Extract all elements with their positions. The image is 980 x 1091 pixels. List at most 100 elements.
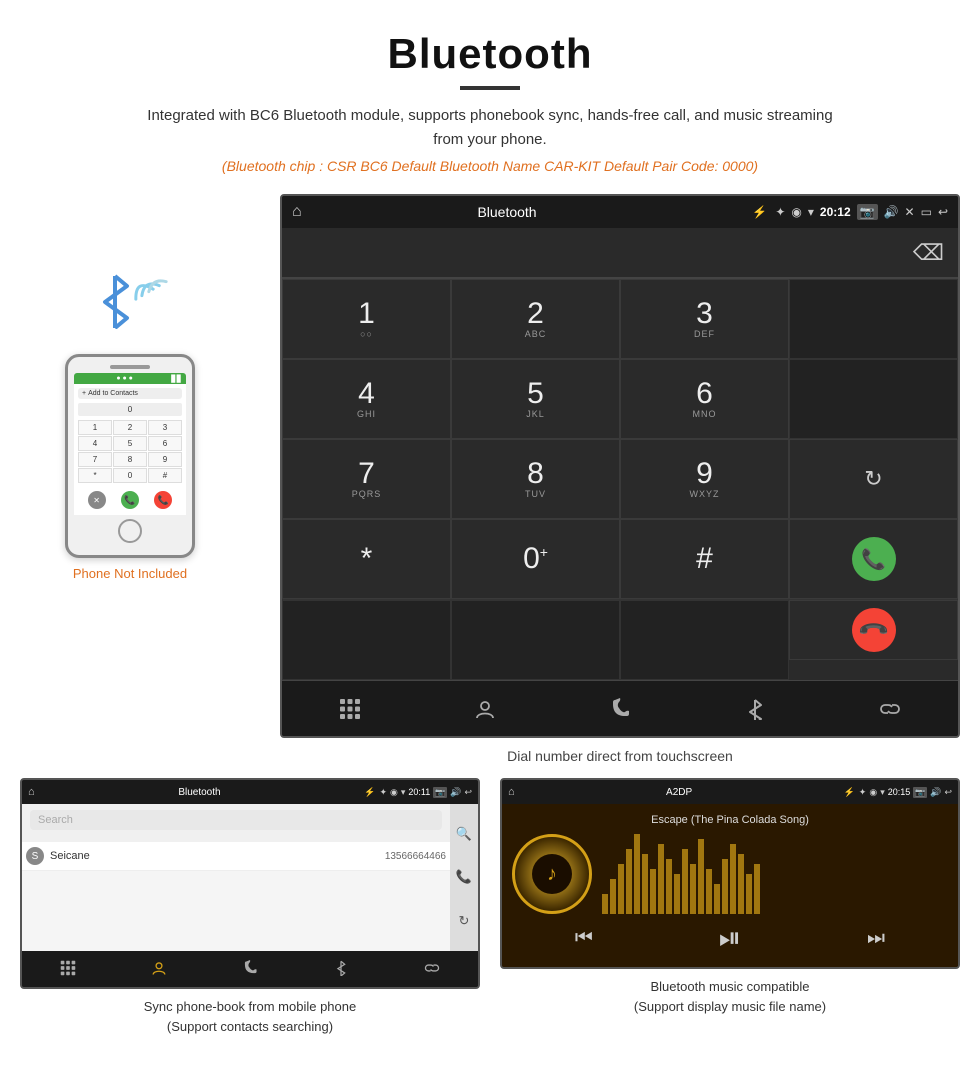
phone-speaker bbox=[110, 365, 150, 369]
phonebook-title: Bluetooth bbox=[39, 787, 361, 798]
dial-key-0[interactable]: 0+ bbox=[451, 519, 620, 599]
bluetooth-status-icon: ✦ bbox=[775, 205, 785, 219]
dial-key-hash[interactable]: # bbox=[620, 519, 789, 599]
dial-key-5[interactable]: 5 JKL bbox=[451, 359, 620, 439]
search-side-icon[interactable]: 🔍 bbox=[456, 826, 472, 842]
phonebook-home-icon: ⌂ bbox=[28, 786, 35, 798]
music-caption: Bluetooth music compatible(Support displ… bbox=[634, 977, 826, 1016]
dial-key-1[interactable]: 1 ○○ bbox=[282, 279, 451, 359]
phone-side-icon[interactable]: 📞 bbox=[456, 869, 472, 885]
viz-bar bbox=[722, 859, 728, 914]
pb-bt-icon: ✦ bbox=[379, 787, 387, 798]
phone-mockup: ● ● ● ▊▊ + Add to Contacts 0 1 2 3 4 5 6… bbox=[65, 354, 195, 558]
dial-key-call-red[interactable]: 📞 bbox=[789, 600, 958, 660]
pb-nav-contacts[interactable] bbox=[151, 960, 167, 979]
music-screen: ⌂ A2DP ⚡ ✦ ◉ ▾ 20:15 📷 🔊 ↩ Escape (The P… bbox=[500, 778, 960, 969]
page-description: Integrated with BC6 Bluetooth module, su… bbox=[140, 104, 840, 152]
phonebook-item: ⌂ Bluetooth ⚡ ✦ ◉ ▾ 20:11 📷 🔊 ↩ bbox=[20, 778, 480, 1036]
phonebook-usb-icon: ⚡ bbox=[364, 787, 375, 798]
nav-bluetooth[interactable] bbox=[725, 687, 785, 731]
phone-end-button[interactable]: 📞 bbox=[154, 491, 172, 509]
back-status-icon: ↩ bbox=[938, 205, 948, 219]
nav-dialpad[interactable] bbox=[320, 687, 380, 731]
viz-bar bbox=[658, 844, 664, 914]
nav-contacts[interactable] bbox=[455, 687, 515, 731]
close-status-icon: ✕ bbox=[905, 205, 915, 219]
pb-cam-icon: 📷 bbox=[433, 787, 447, 798]
ms-gps-icon: ◉ bbox=[869, 787, 877, 798]
contact-row[interactable]: S Seicane 13566664466 bbox=[22, 842, 450, 871]
right-side-wrapper: ⌂ Bluetooth ⚡ ✦ ◉ ▾ 20:12 📷 🔊 ✕ ▭ ↩ ⌫ bbox=[240, 194, 960, 778]
contact-avatar: S bbox=[26, 847, 44, 865]
next-button[interactable]: ⏭ bbox=[867, 927, 885, 950]
dial-key-6[interactable]: 6 MNO bbox=[620, 359, 789, 439]
viz-bar bbox=[626, 849, 632, 914]
viz-bar bbox=[618, 864, 624, 914]
phonebook-body: Search S Seicane 13566664466 🔍 📞 ↻ bbox=[22, 804, 478, 951]
bottom-nav bbox=[282, 680, 958, 736]
ms-wifi-icon: ▾ bbox=[880, 787, 885, 798]
play-pause-button[interactable]: ⏯ bbox=[719, 922, 741, 955]
dial-key-8[interactable]: 8 TUV bbox=[451, 439, 620, 519]
prev-button[interactable]: ⏮ bbox=[575, 927, 593, 950]
ms-back-icon: ↩ bbox=[944, 787, 952, 798]
dial-key-2[interactable]: 2 ABC bbox=[451, 279, 620, 359]
specs-line: (Bluetooth chip : CSR BC6 Default Blueto… bbox=[20, 158, 960, 174]
viz-bar bbox=[674, 874, 680, 914]
device-screen-large: ⌂ Bluetooth ⚡ ✦ ◉ ▾ 20:12 📷 🔊 ✕ ▭ ↩ ⌫ bbox=[280, 194, 960, 738]
viz-bar bbox=[602, 894, 608, 914]
dial-key-refresh[interactable]: ↻ bbox=[789, 439, 958, 519]
music-visualizer bbox=[602, 834, 948, 914]
app-title-label: Bluetooth bbox=[280, 204, 744, 220]
ms-cam-icon: 📷 bbox=[913, 787, 927, 798]
music-content: Escape (The Pina Colada Song) ♪ ⏮ ⏯ ⏭ bbox=[502, 804, 958, 967]
pb-nav-dialpad[interactable] bbox=[60, 960, 76, 979]
dial-key-empty-2 bbox=[789, 359, 958, 439]
pb-back-icon: ↩ bbox=[464, 787, 472, 798]
dial-key-star[interactable]: * bbox=[282, 519, 451, 599]
phone-home-button[interactable] bbox=[118, 519, 142, 543]
viz-bar bbox=[666, 859, 672, 914]
nav-phone[interactable] bbox=[590, 687, 650, 731]
viz-bar bbox=[714, 884, 720, 914]
search-bar[interactable]: Search bbox=[30, 810, 442, 830]
dial-key-7[interactable]: 7 PQRS bbox=[282, 439, 451, 519]
dialpad-display: ⌫ bbox=[282, 228, 958, 278]
dialpad-grid: 1 ○○ 2 ABC 3 DEF 4 GHI 5 bbox=[282, 278, 958, 599]
wifi-status-icon: ▾ bbox=[808, 205, 814, 219]
sync-side-icon[interactable]: ↻ bbox=[459, 913, 470, 929]
pb-gps-icon: ◉ bbox=[390, 787, 398, 798]
bottom-row: ⌂ Bluetooth ⚡ ✦ ◉ ▾ 20:11 📷 🔊 ↩ bbox=[0, 778, 980, 1056]
pb-nav-bluetooth[interactable] bbox=[333, 960, 349, 979]
pb-nav-link[interactable] bbox=[424, 960, 440, 979]
viz-bar bbox=[746, 874, 752, 914]
backspace-button[interactable]: ⌫ bbox=[913, 240, 944, 266]
viz-bar bbox=[682, 849, 688, 914]
nav-link[interactable] bbox=[860, 687, 920, 731]
music-note-icon: ♪ bbox=[547, 863, 557, 886]
dial-key-call-green[interactable]: 📞 bbox=[789, 519, 958, 599]
phone-screen: + Add to Contacts 0 1 2 3 4 5 6 7 8 9 * … bbox=[74, 384, 186, 515]
status-time: 20:12 bbox=[820, 205, 851, 219]
dial-key-9[interactable]: 9 WXYZ bbox=[620, 439, 789, 519]
viz-bar bbox=[698, 839, 704, 914]
call-button-green[interactable]: 📞 bbox=[852, 537, 896, 581]
pb-nav-phone[interactable] bbox=[242, 960, 258, 979]
phone-not-included-label: Phone Not Included bbox=[73, 566, 187, 581]
viz-bar bbox=[738, 854, 744, 914]
phonebook-caption: Sync phone-book from mobile phone(Suppor… bbox=[144, 997, 356, 1036]
phonebook-status-bar: ⌂ Bluetooth ⚡ ✦ ◉ ▾ 20:11 📷 🔊 ↩ bbox=[22, 780, 478, 804]
music-home-icon: ⌂ bbox=[508, 786, 515, 798]
status-bar-right: ✦ ◉ ▾ 20:12 📷 🔊 ✕ ▭ ↩ bbox=[775, 204, 948, 220]
phone-call-button[interactable]: 📞 bbox=[121, 491, 139, 509]
end-call-row: 📞 bbox=[282, 599, 958, 680]
title-underline bbox=[460, 86, 520, 90]
call-button-red[interactable]: 📞 bbox=[852, 608, 896, 652]
dial-key-4[interactable]: 4 GHI bbox=[282, 359, 451, 439]
phonebook-screen: ⌂ Bluetooth ⚡ ✦ ◉ ▾ 20:11 📷 🔊 ↩ bbox=[20, 778, 480, 989]
status-bar: ⌂ Bluetooth ⚡ ✦ ◉ ▾ 20:12 📷 🔊 ✕ ▭ ↩ bbox=[282, 196, 958, 228]
dial-key-3[interactable]: 3 DEF bbox=[620, 279, 789, 359]
phone-bottom-bar: ✕ 📞 📞 bbox=[78, 487, 182, 511]
viz-bar bbox=[642, 854, 648, 914]
music-controls: ⏮ ⏯ ⏭ bbox=[512, 914, 948, 957]
